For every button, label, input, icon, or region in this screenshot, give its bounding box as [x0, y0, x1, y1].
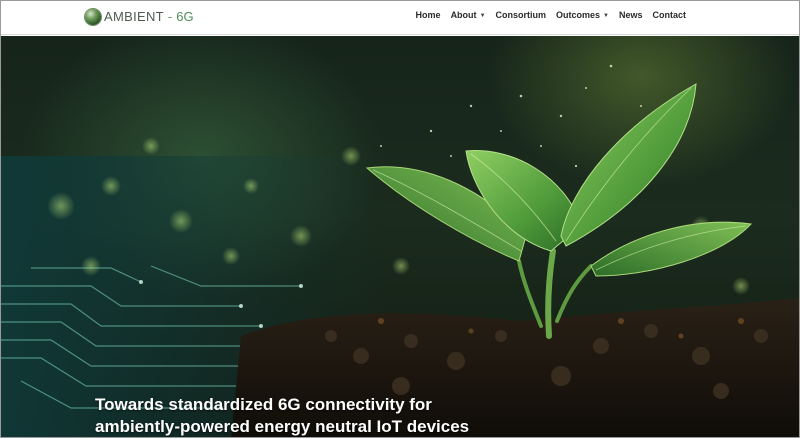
nav-item-home[interactable]: Home	[416, 10, 441, 20]
hero-title-line-2: ambiently-powered energy neutral IoT dev…	[95, 417, 470, 436]
brand-suffix: 6G	[176, 9, 194, 24]
brand-name: AMBIENT	[104, 9, 164, 24]
site-header: AMBIENT - 6G Home About ▼ Consortium Out…	[1, 1, 799, 35]
chevron-down-icon: ▼	[479, 12, 486, 19]
nav-item-label: About	[450, 10, 477, 20]
nav-item-label: Contact	[652, 10, 687, 20]
hero-title-line-1: Towards standardized 6G connectivity for	[95, 395, 432, 414]
brand-separator: -	[167, 9, 173, 24]
nav-item-label: News	[618, 10, 643, 20]
nav-item-label: Home	[415, 10, 441, 20]
nav-item-contact[interactable]: Contact	[653, 10, 687, 20]
chevron-down-icon: ▼	[603, 12, 609, 19]
site-logo[interactable]: AMBIENT - 6G	[85, 7, 194, 27]
hero-banner: Towards standardized 6G connectivity for…	[1, 36, 799, 437]
nav-item-label: Outcomes	[556, 10, 601, 20]
nav-item-about[interactable]: About ▼	[451, 10, 486, 20]
page-frame: AMBIENT - 6G Home About ▼ Consortium Out…	[0, 0, 800, 438]
globe-logo-icon	[85, 9, 101, 25]
nav-item-label: Consortium	[495, 10, 547, 20]
nav-item-news[interactable]: News	[619, 10, 643, 20]
nav-item-consortium[interactable]: Consortium	[496, 10, 547, 20]
main-nav: Home About ▼ Consortium Outcomes ▼ News …	[416, 1, 686, 29]
hero-title: Towards standardized 6G connectivity for…	[95, 394, 615, 437]
nav-item-outcomes[interactable]: Outcomes ▼	[556, 10, 609, 20]
sprouting-plant-circuit-board-image	[1, 64, 799, 437]
